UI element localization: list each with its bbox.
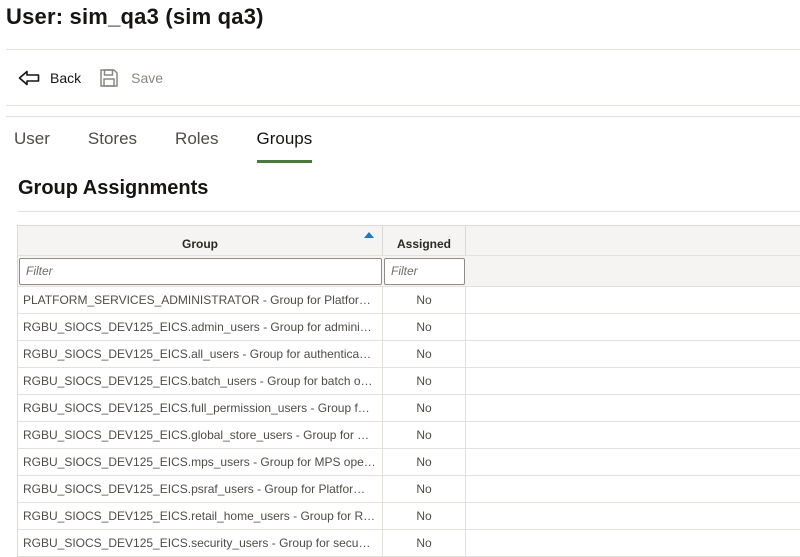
save-button[interactable]: Save (99, 68, 163, 88)
assigned-cell: No (383, 503, 466, 529)
column-header-group[interactable]: Group (18, 226, 383, 255)
assigned-filter-input[interactable] (384, 257, 465, 285)
assigned-cell: No (383, 341, 466, 367)
group-cell: RGBU_SIOCS_DEV125_EICS.psraf_users - Gro… (18, 476, 383, 502)
assigned-cell: No (383, 422, 466, 448)
assigned-cell: No (383, 395, 466, 421)
row-filler (466, 287, 800, 313)
page-title: User: sim_qa3 (sim qa3) (6, 4, 264, 29)
group-name: RGBU_SIOCS_DEV125_EICS.retail_home_users… (23, 509, 376, 523)
group-cell: RGBU_SIOCS_DEV125_EICS.full_permission_u… (18, 395, 383, 421)
table-row[interactable]: RGBU_SIOCS_DEV125_EICS.global_store_user… (18, 422, 800, 449)
header-filler (466, 226, 800, 255)
row-filler (466, 341, 800, 367)
column-header-assigned-label: Assigned (396, 237, 451, 251)
row-filler (466, 422, 800, 448)
group-name: RGBU_SIOCS_DEV125_EICS.security_users - … (23, 536, 371, 550)
toolbar-divider (6, 105, 800, 106)
group-name: RGBU_SIOCS_DEV125_EICS.mps_users - Group… (23, 455, 376, 469)
group-cell: RGBU_SIOCS_DEV125_EICS.security_users - … (18, 530, 383, 556)
tab-roles[interactable]: Roles (175, 129, 218, 163)
table-row[interactable]: RGBU_SIOCS_DEV125_EICS.retail_home_users… (18, 503, 800, 530)
filter-filler (466, 256, 800, 286)
filter-row (18, 256, 800, 287)
assigned-cell: No (383, 314, 466, 340)
section-title: Group Assignments (18, 177, 209, 199)
group-cell: PLATFORM_SERVICES_ADMINISTRATOR - Group … (18, 287, 383, 313)
group-name: RGBU_SIOCS_DEV125_EICS.admin_users - Gro… (23, 320, 372, 334)
table-row[interactable]: RGBU_SIOCS_DEV125_EICS.all_users - Group… (18, 341, 800, 368)
sort-ascending-icon[interactable] (364, 232, 374, 238)
table-row[interactable]: RGBU_SIOCS_DEV125_EICS.full_permission_u… (18, 395, 800, 422)
row-filler (466, 314, 800, 340)
back-arrow-icon (18, 70, 40, 86)
assigned-filter-cell (383, 256, 466, 286)
section-divider (18, 211, 800, 212)
assigned-cell: No (383, 368, 466, 394)
column-header-assigned[interactable]: Assigned (383, 226, 466, 255)
row-filler (466, 395, 800, 421)
table-row[interactable]: RGBU_SIOCS_DEV125_EICS.psraf_users - Gro… (18, 476, 800, 503)
row-filler (466, 476, 800, 502)
header-divider (6, 49, 800, 50)
table-row[interactable]: RGBU_SIOCS_DEV125_EICS.mps_users - Group… (18, 449, 800, 476)
content-divider (6, 116, 800, 117)
assigned-cell: No (383, 530, 466, 556)
group-cell: RGBU_SIOCS_DEV125_EICS.mps_users - Group… (18, 449, 383, 475)
group-cell: RGBU_SIOCS_DEV125_EICS.retail_home_users… (18, 503, 383, 529)
group-cell: RGBU_SIOCS_DEV125_EICS.admin_users - Gro… (18, 314, 383, 340)
back-button[interactable]: Back (18, 70, 81, 86)
save-label: Save (131, 70, 164, 86)
group-name: RGBU_SIOCS_DEV125_EICS.batch_users - Gro… (23, 374, 373, 388)
row-filler (466, 503, 800, 529)
row-filler (466, 368, 800, 394)
table-row[interactable]: RGBU_SIOCS_DEV125_EICS.security_users - … (18, 530, 800, 557)
table-row[interactable]: RGBU_SIOCS_DEV125_EICS.batch_users - Gro… (18, 368, 800, 395)
group-cell: RGBU_SIOCS_DEV125_EICS.batch_users - Gro… (18, 368, 383, 394)
assigned-cell: No (383, 449, 466, 475)
group-assignments-table: Group Assigned PLATFORM_SERVICES_ADMINIS… (17, 225, 800, 557)
save-icon (99, 68, 119, 88)
group-name: RGBU_SIOCS_DEV125_EICS.all_users - Group… (23, 347, 372, 361)
group-cell: RGBU_SIOCS_DEV125_EICS.all_users - Group… (18, 341, 383, 367)
tab-user[interactable]: User (14, 129, 50, 163)
tab-bar: User Stores Roles Groups (14, 129, 350, 163)
toolbar: Back Save (18, 64, 163, 92)
assigned-cell: No (383, 476, 466, 502)
row-filler (466, 449, 800, 475)
group-filter-cell (18, 256, 383, 286)
table-row[interactable]: PLATFORM_SERVICES_ADMINISTRATOR - Group … (18, 287, 800, 314)
group-name: RGBU_SIOCS_DEV125_EICS.full_permission_u… (23, 401, 370, 415)
group-name: RGBU_SIOCS_DEV125_EICS.psraf_users - Gro… (23, 482, 366, 496)
row-filler (466, 530, 800, 556)
group-name: RGBU_SIOCS_DEV125_EICS.global_store_user… (23, 428, 370, 442)
back-label: Back (50, 70, 82, 86)
group-filter-input[interactable] (19, 257, 382, 285)
tab-stores[interactable]: Stores (88, 129, 137, 163)
assigned-cell: No (383, 287, 466, 313)
group-name: PLATFORM_SERVICES_ADMINISTRATOR - Group … (23, 293, 371, 307)
table-body: PLATFORM_SERVICES_ADMINISTRATOR - Group … (18, 287, 800, 557)
group-cell: RGBU_SIOCS_DEV125_EICS.global_store_user… (18, 422, 383, 448)
table-header: Group Assigned (18, 226, 800, 256)
column-header-group-label: Group (182, 237, 218, 251)
tab-groups[interactable]: Groups (256, 129, 312, 163)
table-row[interactable]: RGBU_SIOCS_DEV125_EICS.admin_users - Gro… (18, 314, 800, 341)
